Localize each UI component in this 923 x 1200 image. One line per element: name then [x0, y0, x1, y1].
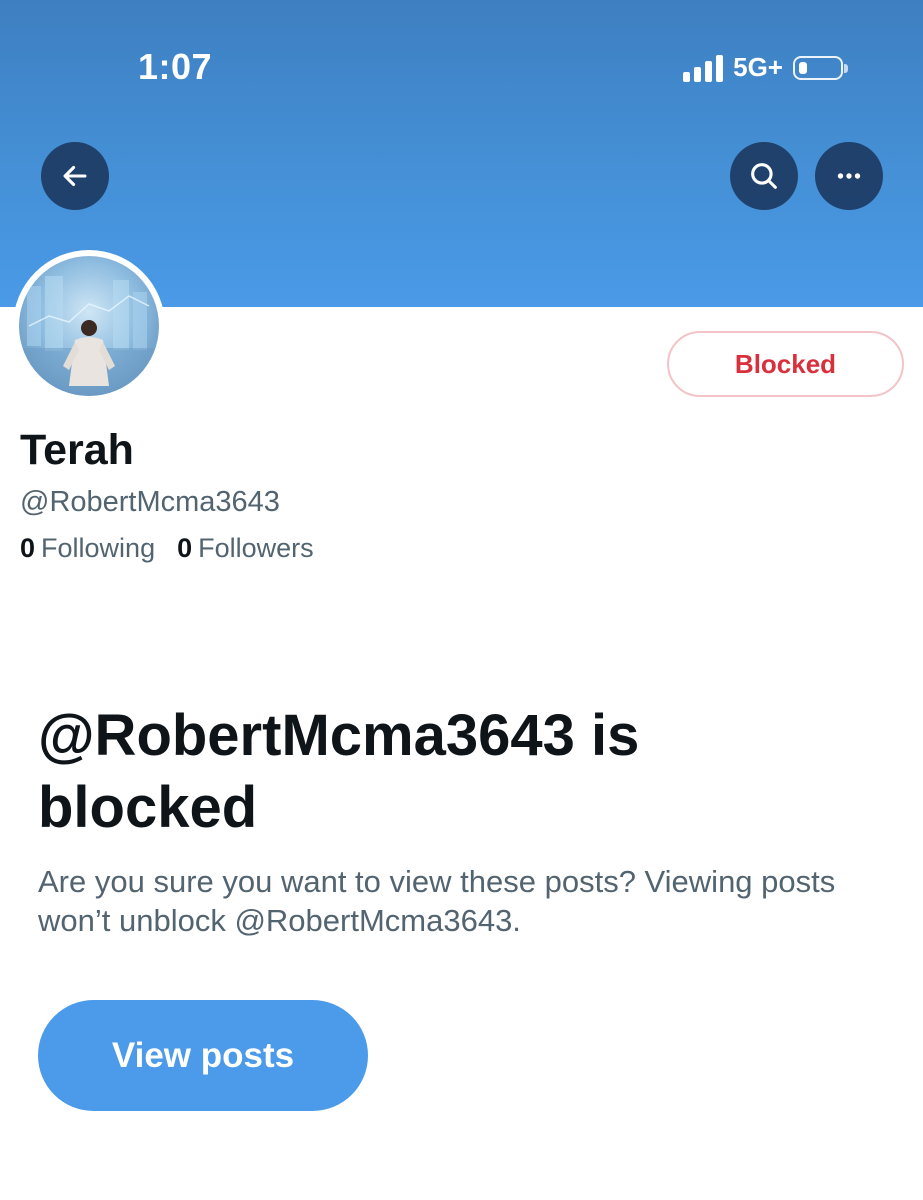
blocked-title: @RobertMcma3643 is blocked — [38, 703, 640, 840]
signal-icon — [683, 54, 724, 82]
battery-level — [799, 61, 807, 74]
more-button[interactable] — [815, 142, 883, 210]
follow-counts: 0 Following 0 Followers — [20, 533, 314, 564]
avatar[interactable] — [13, 250, 165, 402]
display-name: Terah — [20, 426, 134, 474]
blocked-description: Are you sure you want to view these post… — [38, 864, 836, 938]
view-posts-button[interactable]: View posts — [38, 1000, 368, 1111]
followers-link[interactable]: 0 Followers — [177, 533, 314, 564]
following-link[interactable]: 0 Following — [20, 533, 155, 564]
following-count: 0 — [20, 533, 36, 563]
following-label: Following — [41, 533, 156, 563]
status-time: 1:07 — [138, 46, 213, 87]
avatar-image — [19, 256, 159, 396]
followers-label: Followers — [198, 533, 314, 563]
search-icon — [751, 163, 777, 189]
blocked-button[interactable]: Blocked — [667, 331, 904, 397]
status-indicators: 5G+ — [683, 52, 848, 83]
network-type: 5G+ — [733, 52, 783, 82]
user-handle: @RobertMcma3643 — [20, 486, 280, 518]
battery-icon — [793, 55, 848, 80]
back-button[interactable] — [41, 142, 109, 210]
search-button[interactable] — [730, 142, 798, 210]
back-arrow-icon — [63, 165, 87, 187]
more-horizontal-icon — [837, 173, 861, 179]
followers-count: 0 — [177, 533, 193, 563]
